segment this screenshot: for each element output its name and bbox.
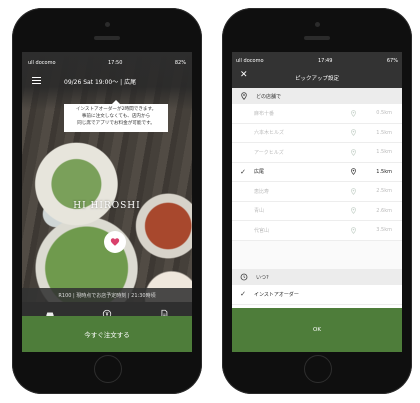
- shop-screen: ull docomo 17:50 82% 09/26 Sat 19:00〜 | …: [22, 52, 192, 352]
- home-button[interactable]: [304, 355, 332, 383]
- store-name: 代官山: [254, 227, 270, 234]
- speaker-grille: [304, 36, 330, 40]
- store-distance: 1.5km: [376, 129, 392, 136]
- store-distance: 2.5km: [376, 188, 392, 195]
- order-now-button[interactable]: 今すぐ注文する: [22, 316, 192, 352]
- favorite-button[interactable]: [104, 231, 126, 253]
- time-section-label: いつ?: [256, 274, 269, 281]
- store-distance: 0.5km: [376, 110, 392, 117]
- location-pin-icon: [348, 109, 358, 117]
- store-name: 六本木ヒルズ: [254, 130, 285, 137]
- store-row[interactable]: 麻布十番 0.5km: [232, 104, 402, 124]
- camera-dot: [314, 22, 320, 27]
- nav-bar: ull docomo 17:49 67% ✕ ピックアップ設定: [232, 52, 402, 88]
- store-row[interactable]: ✓ 広尾 1.5km: [232, 162, 402, 182]
- store-section-label: どの店舗で: [256, 93, 282, 100]
- store-name: 恵比寿: [254, 188, 270, 195]
- location-pin-icon: [348, 207, 358, 215]
- location-pin-icon: [348, 129, 358, 137]
- schedule-text[interactable]: 09/26 Sat 19:00〜 | 広尾: [64, 77, 136, 86]
- battery-label: 67%: [386, 58, 398, 64]
- shop-name: HI HIROSHI: [73, 201, 141, 211]
- status-bar: ull docomo 17:49 67%: [236, 58, 398, 64]
- tooltip-line-3: 同じ席でアプリでお料金が可能です。: [77, 120, 155, 126]
- battery-label: 82%: [174, 60, 186, 66]
- tooltip-line-2: 事前に注文しなくても、店内から: [81, 113, 151, 119]
- schedule-location: 広尾: [124, 79, 137, 86]
- page-title: ピックアップ設定: [294, 76, 339, 82]
- store-row[interactable]: 恵比寿 2.5km: [232, 182, 402, 202]
- time-label: 17:49: [317, 58, 333, 64]
- heart-icon: [110, 238, 120, 246]
- store-distance: 1.5km: [376, 168, 392, 175]
- ok-button[interactable]: OK: [232, 308, 402, 352]
- instore-order-tooltip: インストアオーダーが2時間できます。 事前に注文しなくても、店内から 同じ席でア…: [64, 100, 168, 132]
- clock-icon: [240, 273, 248, 281]
- store-row[interactable]: 青山 2.6km: [232, 201, 402, 221]
- tooltip-line-1: インストアオーダーが2時間できます。: [75, 107, 157, 112]
- menu-icon[interactable]: [32, 77, 41, 84]
- store-distance: 1.5km: [376, 149, 392, 156]
- location-pin-icon: [348, 148, 358, 156]
- time-section-header: いつ?: [232, 269, 402, 285]
- status-bar: ull docomo 17:50 82%: [28, 58, 186, 68]
- store-name: アークヒルズ: [254, 149, 284, 156]
- store-section-header: どの店舗で: [232, 88, 402, 104]
- store-name: 麻布十番: [254, 110, 275, 117]
- location-pin-icon: [348, 187, 358, 195]
- location-pin-icon: [348, 168, 358, 176]
- schedule-time: 09/26 Sat 19:00〜: [64, 79, 119, 86]
- store-name: 広尾: [254, 169, 265, 176]
- store-row[interactable]: アークヒルズ 1.5km: [232, 143, 402, 163]
- carrier-label: ull docomo: [28, 60, 56, 66]
- home-button[interactable]: [94, 355, 122, 383]
- store-distance: 3.5km: [376, 227, 392, 234]
- checkmark-icon: ✓: [240, 290, 246, 299]
- schedule-bar: 09/26 Sat 19:00〜 | 広尾: [22, 75, 192, 87]
- phone-frame-left: ull docomo 17:50 82% 09/26 Sat 19:00〜 | …: [12, 8, 202, 394]
- pickup-settings-screen: ull docomo 17:49 67% ✕ ピックアップ設定 どの店舗で 麻布…: [232, 52, 402, 352]
- store-name: 青山: [254, 208, 265, 215]
- shop-info-bar: R100 | 現時点でお店予定時刻 | 21:30時頃: [22, 288, 192, 302]
- phone-frame-right: ull docomo 17:49 67% ✕ ピックアップ設定 どの店舗で 麻布…: [222, 8, 412, 394]
- time-option-row[interactable]: ✓ インストアオーダー: [232, 285, 402, 305]
- time-label: 17:50: [107, 60, 123, 66]
- camera-dot: [104, 22, 110, 27]
- store-distance: 2.6km: [376, 207, 392, 214]
- top-bar: ull docomo 17:50 82% 09/26 Sat 19:00〜 | …: [22, 52, 192, 110]
- location-pin-icon: [348, 226, 358, 234]
- carrier-label: ull docomo: [236, 58, 264, 64]
- store-row[interactable]: 六本木ヒルズ 1.5km: [232, 123, 402, 143]
- checkmark-icon: ✓: [240, 167, 246, 176]
- store-row[interactable]: 代官山 3.5km: [232, 221, 402, 241]
- time-option-label: インストアオーダー: [254, 291, 299, 298]
- speaker-grille: [94, 36, 120, 40]
- location-pin-icon: [240, 92, 248, 100]
